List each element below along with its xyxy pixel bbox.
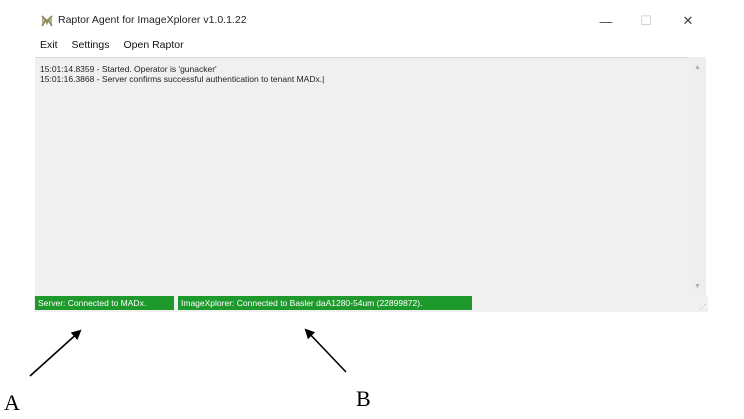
- annotation-label-a: A: [4, 390, 20, 415]
- arrow-a: [29, 329, 82, 377]
- arrow-b: [304, 328, 347, 373]
- annotation-arrows: [29, 328, 347, 377]
- page: Raptor Agent for ImageXplorer v1.0.1.22 …: [0, 0, 744, 419]
- annotation-label-b: B: [356, 386, 371, 411]
